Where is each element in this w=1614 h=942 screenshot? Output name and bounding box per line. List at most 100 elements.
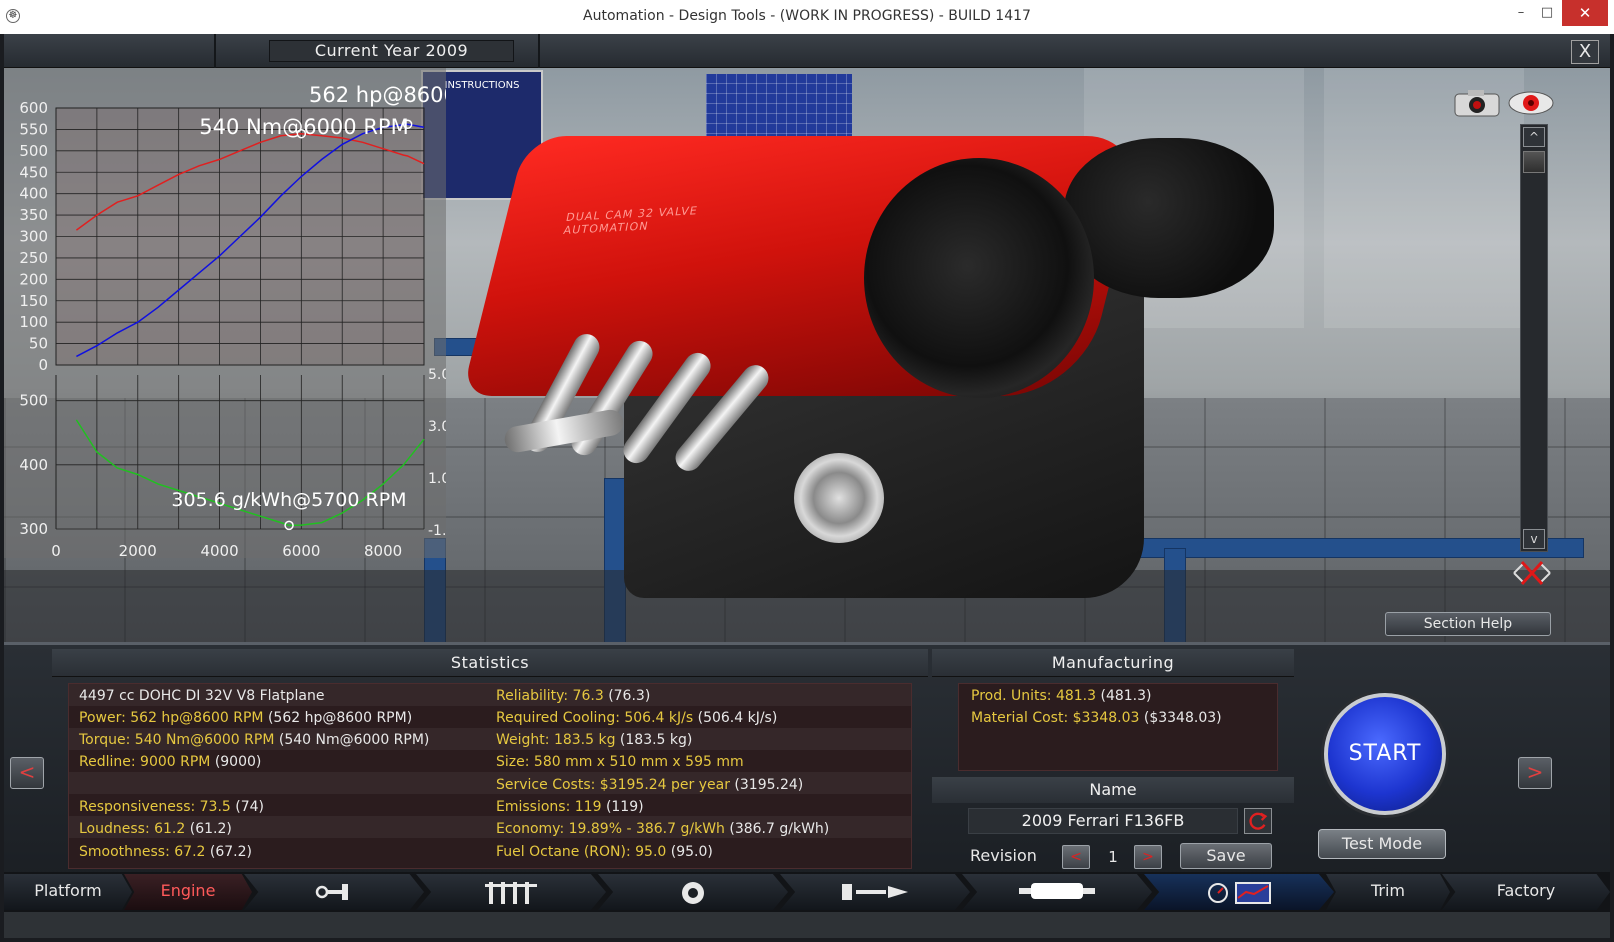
design-nav-bar: Platform Engine Trim Factory xyxy=(4,872,1610,912)
nav-factory[interactable]: Factory xyxy=(1442,874,1610,910)
engine-description: 4497 cc DOHC DI 32V V8 Flatplane xyxy=(79,688,325,704)
air-intake xyxy=(864,158,1094,398)
divider xyxy=(538,34,540,68)
camera-icon[interactable] xyxy=(1452,88,1502,118)
manufacturing-title: Manufacturing xyxy=(932,649,1294,677)
bsfc-tick-label: 400 xyxy=(19,456,48,474)
fuel-system-icon xyxy=(842,884,908,900)
eye-icon[interactable] xyxy=(1506,88,1556,118)
right-axis-tick-label: 3.0 xyxy=(428,419,446,435)
stat-size: Size: 580 mm x 510 mm x 595 mm xyxy=(496,754,744,770)
revision-prev-button[interactable]: < xyxy=(1062,845,1090,869)
randomize-name-icon[interactable] xyxy=(1244,808,1272,834)
engine-name-field[interactable]: 2009 Ferrari F136FB xyxy=(968,808,1238,834)
bsfc-min-label: 305.6 g/kWh@5700 RPM xyxy=(171,489,406,511)
x-tick-label: 2000 xyxy=(119,542,157,558)
y-tick-label: 450 xyxy=(19,163,48,181)
crank-pulley xyxy=(794,453,884,543)
crank-icon xyxy=(315,884,348,900)
stat-reliability: Reliability: 76.3 (76.3) xyxy=(496,688,651,704)
reset-view-icon[interactable] xyxy=(1510,556,1554,590)
x-tick-label: 4000 xyxy=(200,542,238,558)
statistics-list: 4497 cc DOHC DI 32V V8 Flatplane Power: … xyxy=(68,683,912,869)
revision-value: 1 xyxy=(1108,848,1118,866)
nav-tuning[interactable] xyxy=(1144,874,1334,910)
revision-next-glyph: > xyxy=(1142,849,1154,865)
nav-exhaust[interactable] xyxy=(962,874,1152,910)
window-title: Automation - Design Tools - (WORK IN PRO… xyxy=(583,8,1031,24)
blueprint-poster xyxy=(706,74,852,144)
mfg-prod-units: Prod. Units: 481.3 (481.3) xyxy=(971,688,1152,704)
stat-emissions: Emissions: 119 (119) xyxy=(496,799,644,815)
scroll-down-button[interactable]: v xyxy=(1523,529,1545,549)
stat-power: Power: 562 hp@8600 RPM (562 hp@8600 RPM) xyxy=(79,710,413,726)
y-tick-label: 350 xyxy=(19,206,48,224)
air-intake-pipe xyxy=(1064,138,1274,298)
save-button[interactable]: Save xyxy=(1180,843,1272,869)
y-tick-label: 550 xyxy=(19,120,48,138)
y-tick-label: 250 xyxy=(19,249,48,267)
bsfc-tick-label: 500 xyxy=(19,392,48,410)
nav-platform[interactable]: Platform xyxy=(4,874,132,910)
cam-cover-text: DUAL CAM 32 VALVE AUTOMATION xyxy=(562,204,700,237)
turbo-icon xyxy=(682,882,704,904)
statistics-title: Statistics xyxy=(52,649,928,677)
window-title-bar: ☸ Automation - Design Tools - (WORK IN P… xyxy=(0,0,1614,34)
manufacturing-list: Prod. Units: 481.3 (481.3) Material Cost… xyxy=(958,683,1278,771)
nav-trim[interactable]: Trim xyxy=(1326,874,1450,910)
stat-cooling: Required Cooling: 506.4 kJ/s (506.4 kJ/s… xyxy=(496,710,778,726)
y-tick-label: 600 xyxy=(19,99,48,117)
power-peak-label: 562 hp@8600 RPM xyxy=(309,83,446,107)
nav-pistons[interactable] xyxy=(416,874,606,910)
right-axis-tick-label: 5.0 xyxy=(428,367,446,383)
section-help-button[interactable]: Section Help xyxy=(1385,612,1551,636)
window-close-button[interactable]: ✕ xyxy=(1562,0,1608,26)
revision-next-button[interactable]: > xyxy=(1134,845,1162,869)
nav-engine[interactable]: Engine xyxy=(124,874,252,910)
y-tick-label: 200 xyxy=(19,270,48,288)
prev-section-arrow[interactable]: < xyxy=(10,757,44,789)
nav-fuel-system[interactable] xyxy=(780,874,970,910)
stat-weight: Weight: 183.5 kg (183.5 kg) xyxy=(496,732,693,748)
dyno-chart-panel: 600 550 500 450 400 350 300 250 200 150 100 50 0 500 4… xyxy=(4,68,446,558)
torque-peak-label: 540 Nm@6000 RPM xyxy=(199,115,408,139)
next-section-arrow[interactable]: > xyxy=(1518,757,1552,789)
stat-service-costs: Service Costs: $3195.24 per year (3195.2… xyxy=(496,777,804,793)
bottom-panel: Statistics Manufacturing < > 4497 cc DOH… xyxy=(4,642,1610,878)
bottom-strip xyxy=(4,912,1610,938)
right-axis-tick-label: 1.0 xyxy=(428,471,446,487)
nav-turbo[interactable] xyxy=(598,874,788,910)
tuning-icon xyxy=(1208,882,1271,904)
exhaust-icon xyxy=(1019,883,1095,899)
mfg-material-cost: Material Cost: $3348.03 ($3348.03) xyxy=(971,710,1222,726)
divider xyxy=(214,34,216,68)
revision-prev-glyph: < xyxy=(1070,849,1082,865)
y-tick-label: 500 xyxy=(19,142,48,160)
stat-smoothness: Smoothness: 67.2 (67.2) xyxy=(79,844,252,860)
stat-responsiveness: Responsiveness: 73.5 (74) xyxy=(79,799,265,815)
scroll-thumb[interactable] xyxy=(1523,151,1545,173)
y-tick-label: 100 xyxy=(19,313,48,331)
maximize-button[interactable]: □ xyxy=(1530,0,1564,26)
stat-loudness: Loudness: 61.2 (61.2) xyxy=(79,821,232,837)
y-tick-label: 0 xyxy=(38,356,48,374)
start-button[interactable]: START xyxy=(1324,693,1446,815)
vertical-scrollbar[interactable]: ^ v xyxy=(1520,124,1548,552)
scroll-up-button[interactable]: ^ xyxy=(1523,127,1545,147)
close-designer-button[interactable]: X xyxy=(1571,40,1599,64)
x-tick-label: 6000 xyxy=(282,542,320,558)
revision-label: Revision xyxy=(970,846,1037,865)
bsfc-tick-label: 300 xyxy=(19,520,48,538)
x-tick-label: 0 xyxy=(51,542,61,558)
stat-redline: Redline: 9000 RPM (9000) xyxy=(79,754,262,770)
test-mode-button[interactable]: Test Mode xyxy=(1318,829,1446,859)
nav-crank[interactable] xyxy=(244,874,424,910)
y-tick-label: 50 xyxy=(29,335,48,353)
right-axis-tick-label: -1.0 xyxy=(428,523,446,539)
top-bar: Current Year 2009 X xyxy=(4,34,1610,68)
stat-fuel-octane: Fuel Octane (RON): 95.0 (95.0) xyxy=(496,844,713,860)
x-tick-label: 8000 xyxy=(364,542,402,558)
name-title: Name xyxy=(932,777,1294,803)
y-tick-label: 400 xyxy=(19,185,48,203)
y-tick-label: 300 xyxy=(19,228,48,246)
